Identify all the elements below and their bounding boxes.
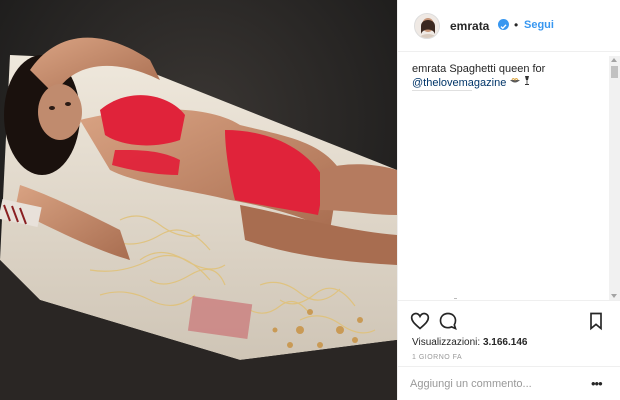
separator-dot: • [514,18,519,32]
comments-scrollbar[interactable] [609,56,620,300]
views-number: 3.166.146 [482,337,528,348]
scroll-up-arrow-icon[interactable] [611,58,617,62]
ellipsis-icon[interactable]: ••• [591,377,603,390]
wine-glass-emoji-icon [524,76,530,90]
post-actions: Visualizzazioni: 3.166.146 1 GIORNO FA [398,300,620,370]
follow-button[interactable]: Segui [524,19,554,31]
spaghetti-emoji-icon [509,76,521,90]
post-photo[interactable] [0,0,397,400]
caption-author[interactable]: emrata [412,63,446,75]
view-count: Visualizzazioni: 3.166.146 [412,337,527,348]
bookmark-icon[interactable] [586,311,606,331]
post-side-panel: emrata • Segui emrata Spaghetti queen fo… [397,0,620,400]
post-photo-illustration [0,0,397,400]
comment-form: ••• [398,366,620,400]
heart-icon[interactable] [410,311,430,331]
comments-area: emrata Spaghetti queen for @thelovemagaz… [398,52,620,300]
post-date[interactable]: 1 GIORNO FA [412,354,462,361]
username[interactable]: emrata [450,19,489,33]
comment-input[interactable] [410,375,580,393]
avatar[interactable] [414,13,440,39]
caption-divider [412,90,472,91]
views-label: Visualizzazioni: [412,337,481,348]
scroll-thumb[interactable] [611,66,618,78]
caption-mention[interactable]: @thelovemagazine [412,77,506,89]
verified-badge-icon [498,19,509,30]
caption-text: Spaghetti queen for [449,63,546,75]
post-header: emrata • Segui [398,0,620,52]
post-caption: emrata Spaghetti queen for @thelovemagaz… [412,62,602,90]
speech-bubble-icon[interactable] [438,311,458,331]
scroll-down-arrow-icon[interactable] [611,294,617,298]
scroll-marker [454,298,457,299]
